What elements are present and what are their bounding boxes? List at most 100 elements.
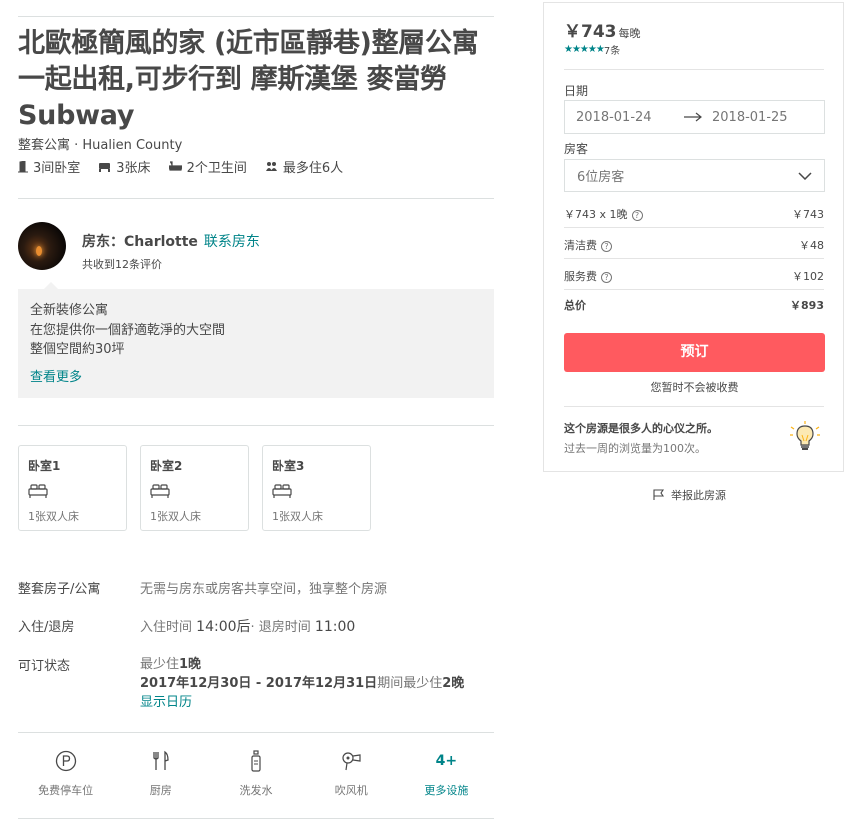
listing-subtitle: 整套公寓 · Hualien County xyxy=(18,138,183,153)
arrow-right-icon xyxy=(684,112,702,122)
period-mid: 期间最少住 xyxy=(377,676,443,691)
date-range-picker: 2018-01-24 2018-01-25 xyxy=(564,100,825,134)
description-line: 全新裝修公寓 xyxy=(30,303,109,318)
bedroom-card: 卧室2 1张双人床 xyxy=(140,445,249,531)
price-line-label: 服务费? xyxy=(564,268,612,284)
description-line: 在您提供你一個舒適乾淨的大空間 xyxy=(30,322,226,338)
price-line-value: ￥48 xyxy=(799,239,824,252)
report-listing-link[interactable]: 举报此房源 xyxy=(653,487,726,503)
price-line-total: 总价 ￥893 xyxy=(564,297,824,313)
hairdryer-icon xyxy=(342,752,361,771)
detail-row-availability: 可订状态 最少住1晚 2017年12月30日 - 2017年12月31日期间最少… xyxy=(18,655,494,712)
show-calendar-link[interactable]: 显示日历 xyxy=(140,693,464,712)
bed-icon xyxy=(99,163,111,172)
shampoo-icon xyxy=(251,750,261,772)
help-icon[interactable]: ? xyxy=(601,240,612,252)
checkin-date-input[interactable]: 2018-01-24 xyxy=(576,110,684,125)
divider xyxy=(564,406,824,407)
divider xyxy=(564,289,824,290)
fact-beds: 3张床 xyxy=(98,157,151,176)
price-line-nights: ￥743 x 1晚? ￥743 xyxy=(564,206,824,222)
amenity-item: 洗发水 xyxy=(208,750,303,798)
bathtub-icon xyxy=(168,161,182,171)
price-line-label: ￥743 x 1晚? xyxy=(564,206,643,222)
double-bed-icon xyxy=(272,483,361,503)
flag-icon xyxy=(653,489,665,500)
divider xyxy=(18,732,494,733)
listing-description: 全新裝修公寓 在您提供你一個舒適乾淨的大空間 整個空間約30坪 查看更多 xyxy=(18,282,494,398)
fact-baths-label: 2个卫生间 xyxy=(186,161,247,176)
booking-card: ￥743 每晚 ★★★★★ 7条 日期 2018-01-24 2018-01-25… xyxy=(543,2,844,472)
detail-label: 整套房子/公寓 xyxy=(18,582,101,597)
fact-baths: 2个卫生间 xyxy=(168,157,247,176)
fact-guests-label: 最多住6人 xyxy=(282,161,344,176)
bedroom-name: 卧室1 xyxy=(28,459,61,473)
description-line: 整個空間約30坪 xyxy=(30,342,125,357)
guests-value: 6位房客 xyxy=(577,170,625,185)
divider xyxy=(564,227,824,228)
divider xyxy=(18,198,494,199)
parking-icon xyxy=(55,750,76,772)
bedroom-bed: 1张双人床 xyxy=(272,510,323,523)
bedroom-name: 卧室3 xyxy=(272,459,305,473)
rating[interactable]: ★★★★★ 7条 xyxy=(564,42,620,57)
guests-label: 房客 xyxy=(564,142,589,156)
double-bed-icon xyxy=(150,483,239,503)
star-rating-icon: ★★★★★ xyxy=(564,44,605,55)
price-value: ￥743 xyxy=(564,22,617,42)
divider xyxy=(564,69,824,70)
door-icon xyxy=(18,160,28,172)
checkin-prefix: 入住时间 xyxy=(140,620,193,635)
help-icon[interactable]: ? xyxy=(601,271,612,283)
dates-label: 日期 xyxy=(564,84,589,98)
fact-beds-label: 3张床 xyxy=(116,161,151,176)
chevron-down-icon xyxy=(798,171,812,180)
book-button[interactable]: 预订 xyxy=(564,333,825,372)
detail-value: 最少住1晚 2017年12月30日 - 2017年12月31日期间最少住2晚 显… xyxy=(140,655,464,712)
amenity-item: 吹风机 xyxy=(304,750,399,798)
divider xyxy=(18,16,494,17)
host-avatar[interactable] xyxy=(18,222,66,270)
bedroom-bed: 1张双人床 xyxy=(150,510,201,523)
detail-row-type: 整套房子/公寓 无需与房东或房客共享空间，独享整个房源 xyxy=(18,578,494,597)
price-line-value: ￥102 xyxy=(792,270,824,283)
help-icon[interactable]: ? xyxy=(631,209,643,221)
host-review-count: 共收到12条评价 xyxy=(82,258,162,271)
amenity-item: 免费停车位 xyxy=(18,750,113,798)
period-dates: 2017年12月30日 - 2017年12月31日 xyxy=(140,676,378,691)
host-name: 房东：Charlotte xyxy=(82,234,198,250)
more-amenities-label: 更多设施 xyxy=(424,784,469,797)
nightly-price: ￥743 每晚 xyxy=(564,17,641,42)
detail-label: 可订状态 xyxy=(18,659,71,674)
popular-title: 这个房源是很多人的心仪之所。 xyxy=(564,422,718,435)
period-nights: 2晚 xyxy=(442,676,465,691)
fact-bedrooms-label: 3间卧室 xyxy=(33,161,81,176)
kitchen-icon xyxy=(153,750,169,770)
guests-select[interactable]: 6位房客 xyxy=(564,159,825,192)
lightbulb-icon xyxy=(790,421,820,450)
read-more-link[interactable]: 查看更多 xyxy=(30,368,482,388)
contact-host-link[interactable]: 联系房东 xyxy=(204,234,260,250)
detail-row-checkin: 入住/退房 入住时间 14:00后· 退房时间 11:00 xyxy=(18,616,494,636)
people-icon xyxy=(265,162,277,171)
bedroom-bed: 1张双人床 xyxy=(28,510,79,523)
price-line-text: 清洁费 xyxy=(564,239,597,252)
checkout-prefix: · 退房时间 xyxy=(250,620,311,635)
more-amenities-button[interactable]: 4+ 更多设施 xyxy=(399,750,494,798)
detail-value: 无需与房东或房客共享空间，独享整个房源 xyxy=(140,582,388,597)
checkin-time: 14:00后 xyxy=(196,619,251,635)
no-charge-note: 您暂时不会被收费 xyxy=(650,381,739,394)
listing-title: 北歐極簡風的家 (近市區靜巷)整層公寓一起出租,可步行到 摩斯漢堡 麥當勞 Su… xyxy=(18,28,479,131)
min-stay-prefix: 最少住 xyxy=(140,657,180,672)
listing-details: 整套房子/公寓 无需与房东或房客共享空间，独享整个房源 入住/退房 入住时间 1… xyxy=(18,578,494,712)
checkout-date-input[interactable]: 2018-01-25 xyxy=(712,110,788,125)
bedroom-card: 卧室1 1张双人床 xyxy=(18,445,127,531)
amenity-label: 免费停车位 xyxy=(38,784,94,797)
report-label: 举报此房源 xyxy=(671,489,726,502)
double-bed-icon xyxy=(28,483,117,503)
divider xyxy=(564,258,824,259)
host-section: 房东：Charlotte 联系房东 共收到12条评价 xyxy=(18,222,260,272)
bedroom-card: 卧室3 1张双人床 xyxy=(262,445,371,531)
review-count: 7条 xyxy=(603,46,621,57)
price-line-text: ￥743 x 1晚 xyxy=(564,208,628,221)
